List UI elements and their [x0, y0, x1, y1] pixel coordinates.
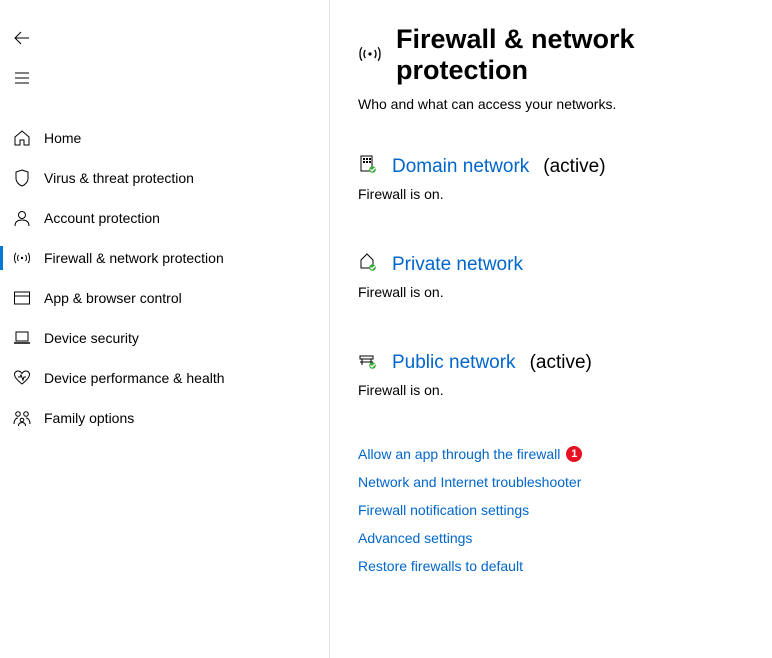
sidebar-item-virus[interactable]: Virus & threat protection — [0, 158, 329, 198]
private-network-link[interactable]: Private network — [392, 254, 523, 276]
page-header: Firewall & network protection — [358, 24, 752, 86]
network-private: Private network Firewall is on. — [358, 250, 752, 300]
house-icon — [358, 252, 378, 272]
network-public: Public network (active) Firewall is on. — [358, 348, 752, 398]
nav-list: Home Virus & threat protection Account p… — [0, 118, 329, 438]
shield-icon — [12, 168, 32, 188]
nav-label: Firewall & network protection — [44, 250, 224, 266]
page-subtitle: Who and what can access your networks. — [358, 96, 752, 112]
bench-icon — [358, 350, 378, 370]
sidebar-item-app-browser[interactable]: App & browser control — [0, 278, 329, 318]
home-icon — [12, 128, 32, 148]
page-title: Firewall & network protection — [396, 24, 752, 86]
sidebar-item-performance[interactable]: Device performance & health — [0, 358, 329, 398]
network-status: Firewall is on. — [358, 382, 752, 398]
family-icon — [12, 408, 32, 428]
domain-network-link[interactable]: Domain network — [392, 156, 529, 178]
restore-defaults-link[interactable]: Restore firewalls to default — [358, 558, 523, 574]
network-active-label: (active) — [543, 156, 605, 178]
hamburger-icon — [14, 70, 30, 86]
sidebar-item-home[interactable]: Home — [0, 118, 329, 158]
network-active-label: (active) — [530, 352, 592, 374]
allow-app-link[interactable]: Allow an app through the firewall — [358, 446, 560, 462]
back-button[interactable] — [2, 18, 42, 58]
public-network-link[interactable]: Public network — [392, 352, 516, 374]
antenna-icon — [358, 42, 382, 69]
nav-label: Virus & threat protection — [44, 170, 194, 186]
nav-label: Family options — [44, 410, 134, 426]
nav-label: Home — [44, 130, 81, 146]
nav-label: Device performance & health — [44, 370, 225, 386]
network-domain: Domain network (active) Firewall is on. — [358, 152, 752, 202]
sidebar-item-account[interactable]: Account protection — [0, 198, 329, 238]
window-icon — [12, 288, 32, 308]
building-icon — [358, 154, 378, 174]
network-status: Firewall is on. — [358, 186, 752, 202]
notifications-link[interactable]: Firewall notification settings — [358, 502, 529, 518]
antenna-icon — [12, 248, 32, 268]
sidebar-item-family[interactable]: Family options — [0, 398, 329, 438]
laptop-icon — [12, 328, 32, 348]
nav-label: Device security — [44, 330, 139, 346]
heart-icon — [12, 368, 32, 388]
sidebar: Home Virus & threat protection Account p… — [0, 0, 330, 658]
network-status: Firewall is on. — [358, 284, 752, 300]
troubleshooter-link[interactable]: Network and Internet troubleshooter — [358, 474, 581, 490]
bottom-links: Allow an app through the firewall 1 Netw… — [358, 446, 752, 574]
nav-label: App & browser control — [44, 290, 182, 306]
arrow-left-icon — [14, 30, 30, 46]
advanced-settings-link[interactable]: Advanced settings — [358, 530, 472, 546]
sidebar-item-firewall[interactable]: Firewall & network protection — [0, 238, 329, 278]
badge-icon: 1 — [566, 446, 582, 462]
menu-button[interactable] — [2, 58, 42, 98]
main-content: Firewall & network protection Who and wh… — [330, 0, 772, 658]
nav-label: Account protection — [44, 210, 160, 226]
top-controls — [0, 10, 329, 118]
person-icon — [12, 208, 32, 228]
sidebar-item-device-security[interactable]: Device security — [0, 318, 329, 358]
